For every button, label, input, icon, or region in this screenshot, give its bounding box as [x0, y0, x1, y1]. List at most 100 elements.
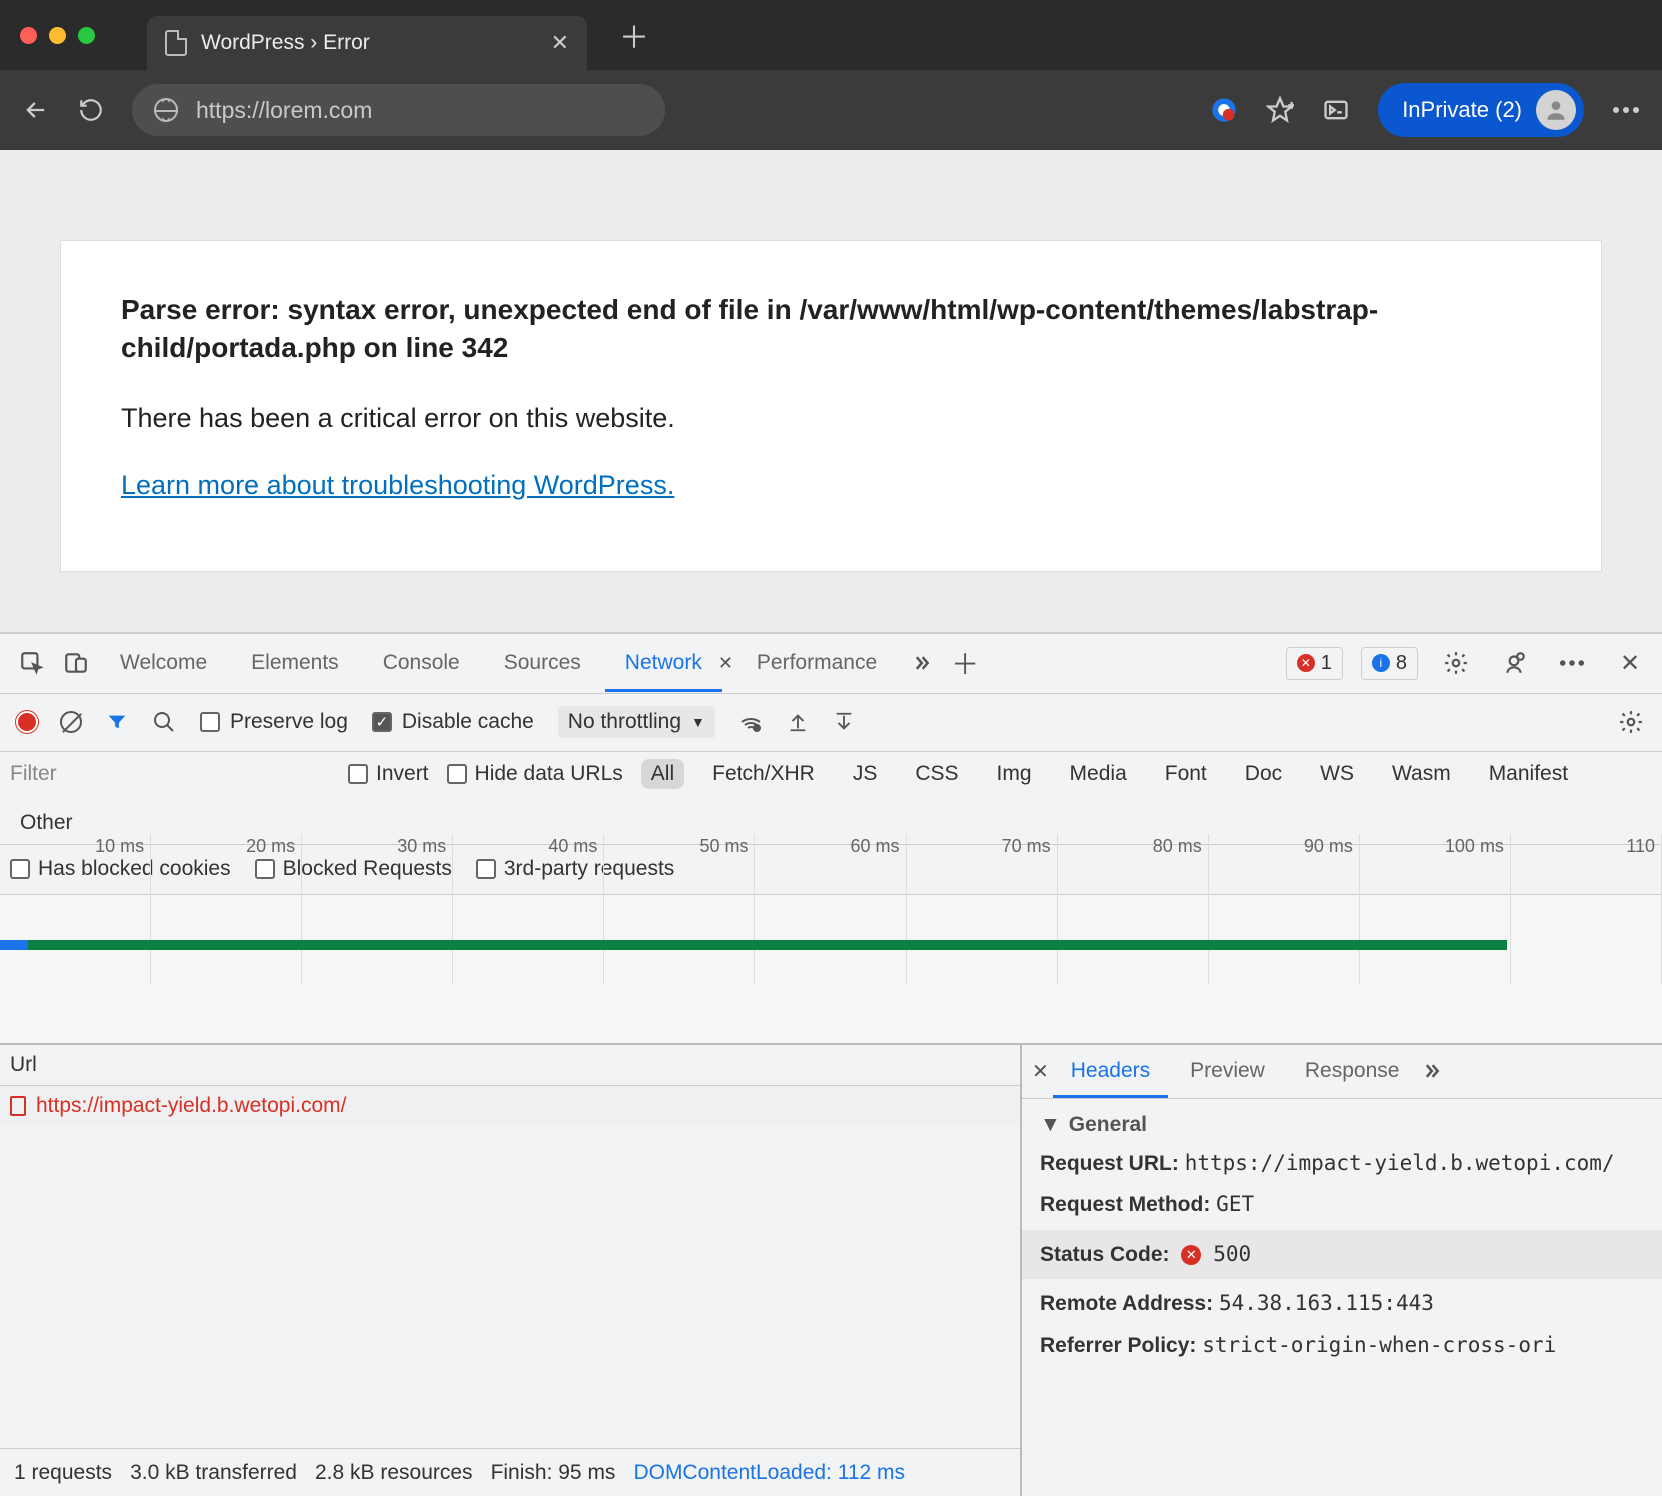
filter-input[interactable]: Filter [10, 758, 330, 790]
search-icon[interactable] [152, 710, 176, 734]
status-error-icon: ✕ [1181, 1245, 1201, 1265]
filter-js[interactable]: JS [843, 759, 888, 789]
tracking-icon[interactable] [1210, 96, 1238, 124]
disclosure-triangle-icon: ▼ [1040, 1113, 1061, 1137]
network-toolbar: Preserve log ✓Disable cache No throttlin… [0, 694, 1662, 752]
filter-ws[interactable]: WS [1310, 759, 1364, 789]
more-tabs-icon[interactable] [901, 653, 941, 673]
close-devtools-icon[interactable]: ✕ [1610, 649, 1650, 678]
network-filter-bar: Filter Invert Hide data URLs All Fetch/X… [0, 752, 1662, 845]
invert-checkbox[interactable]: Invert [348, 762, 429, 786]
add-tab-icon[interactable]: ＋ [945, 643, 985, 683]
filter-manifest[interactable]: Manifest [1479, 759, 1578, 789]
inspect-element-icon[interactable] [12, 650, 52, 676]
devtools-menu-icon[interactable] [1552, 659, 1592, 667]
collections-icon[interactable] [1322, 96, 1350, 124]
site-identity-icon[interactable] [154, 98, 178, 122]
kv-request-method: Request Method: GET [1040, 1188, 1644, 1222]
status-resources: 2.8 kB resources [315, 1461, 473, 1485]
filter-font[interactable]: Font [1155, 759, 1217, 789]
request-row[interactable]: https://impact-yield.b.wetopi.com/ [0, 1086, 1020, 1126]
filter-all[interactable]: All [641, 759, 684, 789]
throttling-select[interactable]: No throttling ▼ [558, 706, 715, 738]
hide-data-urls-checkbox[interactable]: Hide data URLs [447, 762, 623, 786]
export-har-icon[interactable] [833, 711, 855, 733]
timeline-tick: 100 ms [1360, 834, 1511, 984]
inprivate-badge[interactable]: InPrivate (2) [1378, 83, 1584, 137]
filter-wasm[interactable]: Wasm [1382, 759, 1461, 789]
new-tab-button[interactable]: ＋ [619, 13, 649, 57]
detail-tab-response[interactable]: Response [1287, 1045, 1418, 1097]
troubleshoot-link[interactable]: Learn more about troubleshooting WordPre… [121, 470, 674, 500]
feedback-icon[interactable] [1494, 650, 1534, 676]
profile-avatar-icon [1536, 90, 1576, 130]
network-settings-icon[interactable] [1618, 709, 1644, 735]
tab-title: WordPress › Error [201, 31, 537, 55]
omnibox[interactable]: https://lorem.com [132, 84, 665, 136]
request-list-header[interactable]: Url [0, 1045, 1020, 1086]
status-transferred: 3.0 kB transferred [130, 1461, 297, 1485]
favorites-icon[interactable] [1266, 96, 1294, 124]
info-count-badge[interactable]: i 8 [1361, 647, 1418, 680]
filter-toggle-icon[interactable] [106, 711, 128, 733]
tab-welcome[interactable]: Welcome [100, 635, 227, 691]
devtools-tab-strip: Welcome Elements Console Sources Network… [0, 634, 1662, 694]
kv-remote-address: Remote Address: 54.38.163.115:443 [1040, 1287, 1644, 1321]
detail-tab-preview[interactable]: Preview [1172, 1045, 1283, 1097]
minimize-window-button[interactable] [49, 27, 66, 44]
filter-img[interactable]: Img [987, 759, 1042, 789]
timeline-tick: 70 ms [907, 834, 1058, 984]
close-detail-icon[interactable]: ✕ [1032, 1059, 1049, 1084]
filter-css[interactable]: CSS [905, 759, 968, 789]
inprivate-label: InPrivate (2) [1402, 97, 1522, 123]
filter-fetch[interactable]: Fetch/XHR [702, 759, 825, 789]
request-detail-panel: ✕ Headers Preview Response ▼ General Req… [1022, 1045, 1662, 1496]
address-bar: https://lorem.com InPrivate (2) [0, 70, 1662, 150]
chevron-down-icon: ▼ [691, 714, 705, 730]
critical-error-text: There has been a critical error on this … [121, 403, 1541, 434]
tab-sources[interactable]: Sources [484, 635, 601, 691]
network-conditions-icon[interactable] [739, 710, 763, 734]
detail-tabs: ✕ Headers Preview Response [1022, 1045, 1662, 1099]
close-window-button[interactable] [20, 27, 37, 44]
browser-tab[interactable]: WordPress › Error ✕ [147, 16, 587, 70]
tab-console[interactable]: Console [363, 635, 480, 691]
close-tab-icon[interactable]: ✕ [551, 30, 569, 56]
url-text: https://lorem.com [196, 97, 372, 124]
preserve-log-checkbox[interactable]: Preserve log [200, 710, 348, 734]
maximize-window-button[interactable] [78, 27, 95, 44]
tab-network[interactable]: Network [605, 635, 722, 691]
info-icon: i [1372, 654, 1390, 672]
tab-elements[interactable]: Elements [231, 635, 359, 691]
device-toolbar-icon[interactable] [56, 650, 96, 676]
reload-button[interactable] [78, 97, 104, 123]
document-icon [10, 1096, 26, 1116]
toolbar-right: InPrivate (2) [1210, 83, 1640, 137]
status-domcontentloaded: DOMContentLoaded: 112 ms [633, 1461, 905, 1485]
timeline-tick: 80 ms [1058, 834, 1209, 984]
page-icon [165, 30, 187, 56]
more-detail-tabs-icon[interactable] [1421, 1061, 1441, 1081]
error-count-badge[interactable]: ✕ 1 [1286, 647, 1343, 680]
general-section-title[interactable]: ▼ General [1040, 1113, 1644, 1137]
record-button[interactable] [18, 713, 36, 731]
timeline-tick: 10 ms [0, 834, 151, 984]
info-count: 8 [1396, 652, 1407, 675]
filter-media[interactable]: Media [1060, 759, 1137, 789]
more-menu-icon[interactable] [1612, 106, 1640, 114]
parse-error-text: Parse error: syntax error, unexpected en… [121, 291, 1541, 367]
import-har-icon[interactable] [787, 711, 809, 733]
detail-tab-headers[interactable]: Headers [1053, 1045, 1168, 1097]
timeline-tick: 110 [1511, 834, 1662, 984]
settings-gear-icon[interactable] [1436, 650, 1476, 676]
tab-performance[interactable]: Performance [737, 635, 897, 691]
clear-button[interactable] [60, 711, 82, 733]
error-card: Parse error: syntax error, unexpected en… [60, 240, 1602, 572]
timeline-tick: 30 ms [302, 834, 453, 984]
network-timeline[interactable]: 10 ms20 ms30 ms40 ms50 ms60 ms70 ms80 ms… [0, 895, 1662, 1045]
timeline-tick: 90 ms [1209, 834, 1360, 984]
back-button[interactable] [22, 96, 50, 124]
disable-cache-checkbox[interactable]: ✓Disable cache [372, 710, 534, 734]
page-viewport: Parse error: syntax error, unexpected en… [0, 150, 1662, 632]
filter-doc[interactable]: Doc [1235, 759, 1292, 789]
